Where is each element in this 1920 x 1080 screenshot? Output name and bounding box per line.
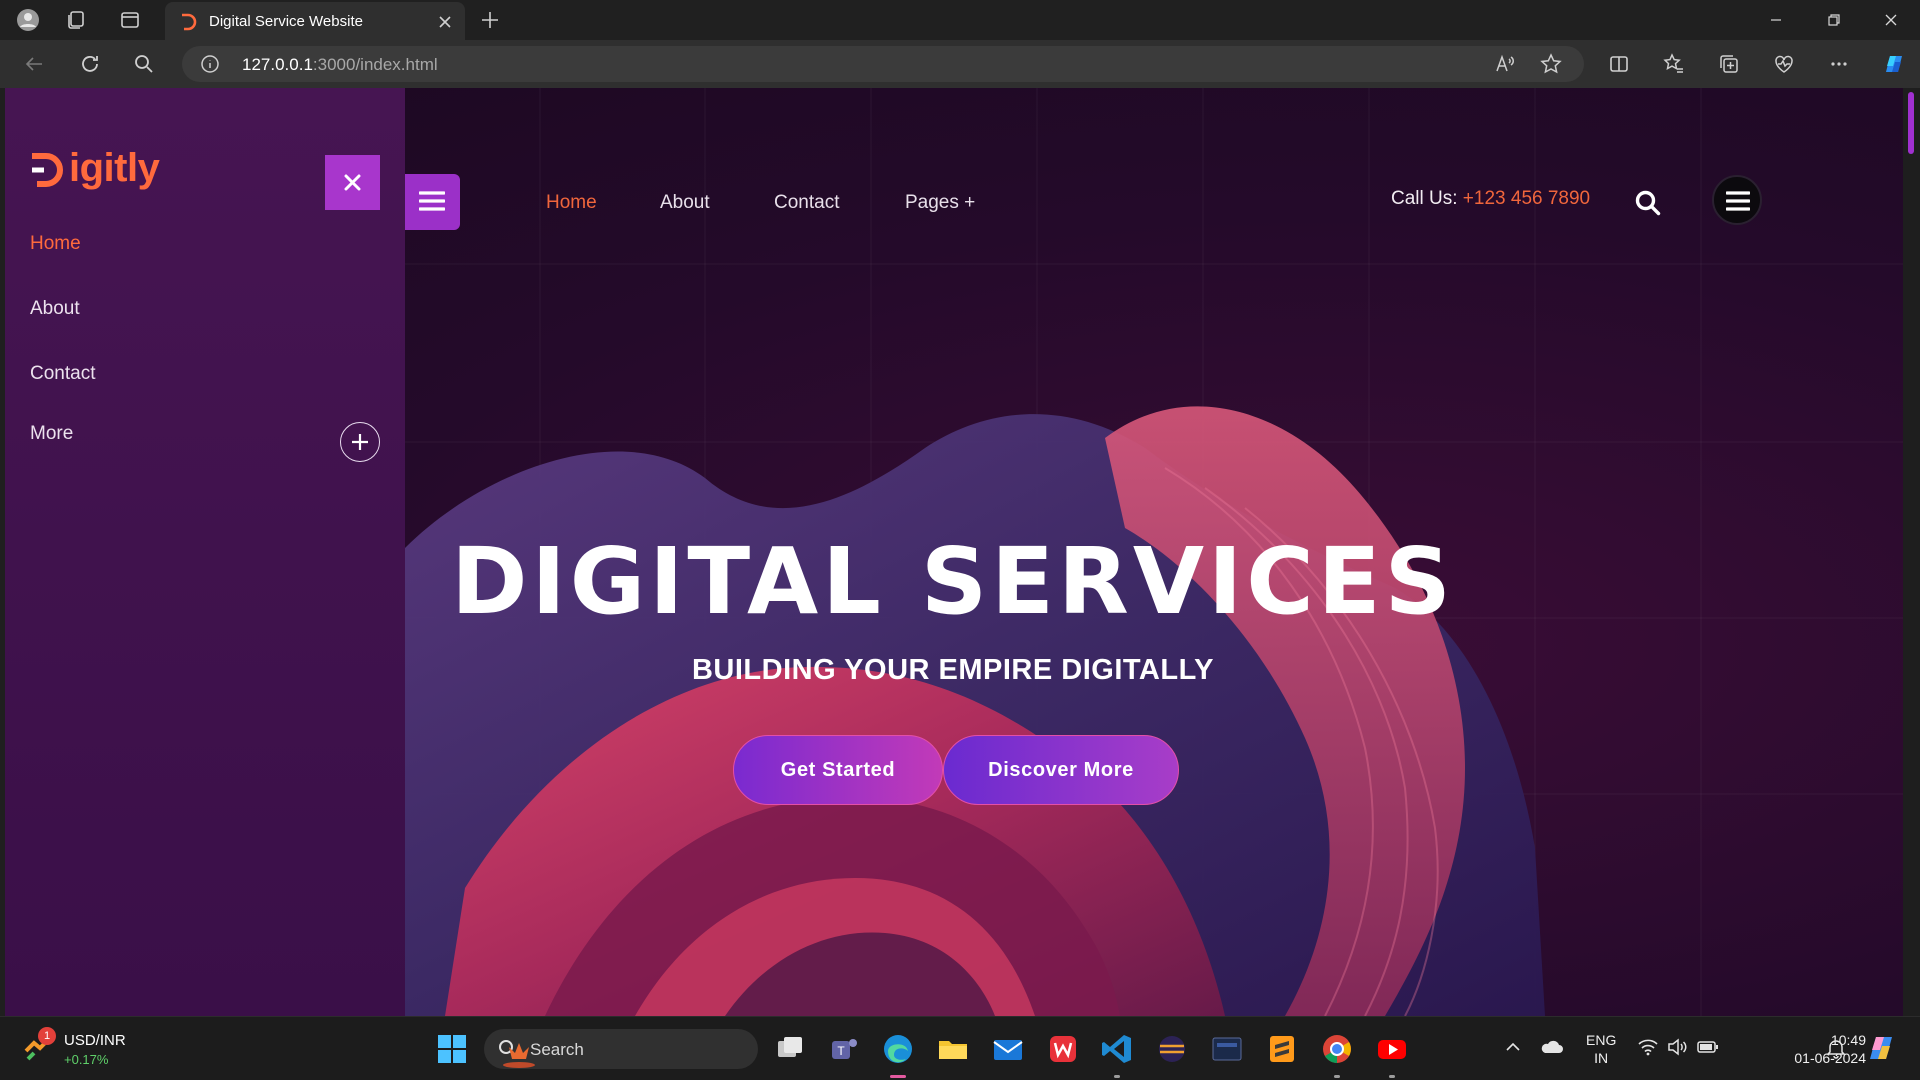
currency-pair-label: USD/INR [64,1032,126,1049]
search-icon[interactable] [1633,188,1663,218]
site-info-icon[interactable] [200,54,220,74]
input-language-indicator[interactable]: ENG IN [1586,1031,1616,1067]
logo-text: igitly [69,146,160,190]
profile-icon[interactable] [16,8,40,32]
onedrive-cloud-icon[interactable] [1540,1037,1564,1057]
page-menu-toggle-button[interactable] [405,174,460,230]
task-view-icon[interactable] [772,1031,808,1067]
plus-icon [352,434,368,450]
scrollbar-thumb[interactable] [1908,92,1914,154]
hamburger-icon [419,191,445,211]
get-started-button[interactable]: Get Started [733,735,943,805]
currency-change-value: +0.17% [64,1052,109,1067]
minimize-icon[interactable] [1764,8,1788,32]
close-tab-icon[interactable] [435,12,455,32]
hero-subtitle: BUILDING YOUR EMPIRE DIGITALLY [691,654,1214,686]
url-text: 127.0.0.1:3000/index.html [242,55,438,74]
windows-start-icon[interactable] [434,1031,470,1067]
close-window-icon[interactable] [1879,8,1903,32]
more-options-icon[interactable] [1827,52,1851,76]
offcanvas-menu-button[interactable] [1712,175,1762,225]
close-icon [344,174,361,191]
volume-icon[interactable] [1666,1037,1688,1057]
wps-office-icon[interactable] [1045,1031,1081,1067]
terminal-app-icon[interactable] [1209,1031,1245,1067]
vscode-running-indicator [1114,1075,1120,1078]
mail-icon[interactable] [990,1031,1026,1067]
browser-tab[interactable]: Digital Service Website [165,2,465,40]
phone-number-link[interactable]: +123 456 7890 [1463,188,1590,209]
copilot-taskbar-icon[interactable] [1864,1031,1898,1065]
browser-essentials-icon[interactable] [1772,52,1796,76]
tab-actions-icon[interactable] [118,8,142,32]
nav-link-pages[interactable]: Pages + [905,192,975,214]
new-tab-icon[interactable] [478,8,502,32]
chrome-icon[interactable] [1319,1031,1355,1067]
menu-icon [1726,191,1750,211]
sublime-text-icon[interactable] [1264,1031,1300,1067]
address-bar[interactable]: 127.0.0.1:3000/index.html [182,46,1584,82]
sidebar-item-about[interactable]: About [30,298,80,320]
show-hidden-icons-chevron-icon[interactable] [1503,1037,1523,1057]
refresh-icon[interactable] [78,52,102,76]
hero-title: DIGITAL SERVICES [451,528,1455,635]
copilot-icon[interactable] [1880,50,1908,78]
sidebar-item-home[interactable]: Home [30,233,81,255]
collections-icon[interactable] [1717,52,1741,76]
discover-more-button[interactable]: Discover More [943,735,1179,805]
edge-active-indicator [890,1075,906,1078]
windows-taskbar: 1 USD/INR +0.17% Search T ENG IN 10:49 0… [0,1016,1920,1080]
nav-link-contact[interactable]: Contact [774,192,839,214]
wifi-icon[interactable] [1637,1037,1659,1057]
clock-time: 10:49 [1830,1032,1866,1048]
eclipse-icon[interactable] [1154,1031,1190,1067]
youtube-icon[interactable] [1374,1031,1410,1067]
browser-toolbar: 127.0.0.1:3000/index.html [0,40,1920,88]
page-viewport: Home About Contact Pages + Call Us: +123… [5,88,1903,1016]
call-us-text: Call Us: +123 456 7890 [1391,188,1591,209]
chrome-running-indicator [1334,1075,1340,1078]
widget-badge: 1 [38,1027,56,1045]
notifications-bell-icon[interactable] [1825,1037,1847,1059]
teams-icon[interactable]: T [826,1031,862,1067]
close-sidebar-button[interactable] [325,155,380,210]
sidebar-item-contact[interactable]: Contact [30,363,95,385]
split-screen-icon[interactable] [1607,52,1631,76]
nav-link-about[interactable]: About [660,192,710,214]
favorite-star-icon[interactable] [1540,53,1562,75]
clock[interactable]: 10:49 01-06-2024 [1770,1031,1866,1067]
search-highlight-icon [503,1043,535,1068]
youtube-running-indicator [1389,1075,1395,1078]
battery-icon[interactable] [1696,1037,1720,1057]
page-scrollbar[interactable] [1903,88,1920,1016]
tab-title: Digital Service Website [209,13,363,30]
read-aloud-icon[interactable] [1494,53,1516,75]
favorites-icon[interactable] [1662,52,1686,76]
taskbar-search-box[interactable]: Search [484,1029,758,1069]
edge-icon[interactable] [880,1031,916,1067]
abstract-wave-art [405,406,1545,1016]
back-icon[interactable] [22,52,46,76]
file-explorer-icon[interactable] [935,1031,971,1067]
expand-more-button[interactable] [340,422,380,462]
logo-mark-icon [32,153,63,187]
svg-text:T: T [837,1044,845,1058]
workspaces-icon[interactable] [64,8,88,32]
site-favicon-icon [179,12,199,32]
offcanvas-sidebar: igitly Home About Contact More [5,88,405,1016]
sidebar-item-more[interactable]: More [30,423,73,445]
clock-date: 01-06-2024 [1794,1050,1866,1066]
restore-icon[interactable] [1822,8,1846,32]
search-icon[interactable] [132,52,156,76]
vscode-icon[interactable] [1099,1031,1135,1067]
nav-link-home[interactable]: Home [546,192,597,214]
browser-title-bar: Digital Service Website [0,0,1920,40]
